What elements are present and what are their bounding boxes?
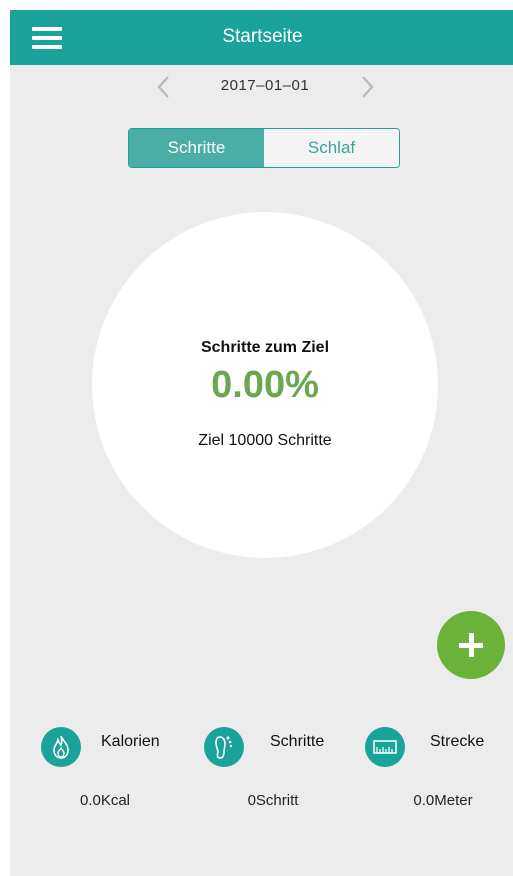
footprint-icon: [204, 727, 244, 767]
add-button[interactable]: [437, 611, 505, 679]
stat-value-kalorien: 0.0Kcal: [79, 792, 131, 809]
stat-label-schritte: Schritte: [270, 733, 325, 750]
progress-goal: Ziel 10000 Schritte: [198, 432, 332, 449]
flame-icon: [41, 727, 81, 767]
stat-value-schritte: 0Schritt: [247, 792, 299, 809]
progress-title: Schritte zum Ziel: [200, 339, 330, 356]
stat-label-kalorien: Kalorien: [101, 733, 160, 750]
current-date: 2017–01–01: [220, 77, 310, 94]
page-title: Startseite: [222, 26, 303, 47]
mode-segmented-control: Schritte Schlaf: [128, 128, 400, 168]
stat-label-strecke: Strecke: [430, 733, 485, 750]
plus-icon: [459, 633, 483, 657]
progress-percent: 0.00%: [211, 364, 319, 406]
progress-circle: Schritte zum Ziel 0.00% Ziel 10000 Schri…: [92, 212, 438, 558]
stat-value-strecke: 0.0Meter: [413, 792, 473, 809]
app-screen: Startseite 2017–01–01 Schritte Schlaf Sc…: [10, 10, 513, 876]
date-navigator: 2017–01–01: [10, 65, 513, 109]
tab-schlaf[interactable]: Schlaf: [264, 129, 399, 167]
chevron-right-icon[interactable]: [355, 75, 379, 99]
tab-schritte[interactable]: Schritte: [129, 129, 264, 167]
chevron-left-icon[interactable]: [152, 75, 176, 99]
header-bar: Startseite: [10, 10, 513, 65]
ruler-icon: [365, 727, 405, 767]
